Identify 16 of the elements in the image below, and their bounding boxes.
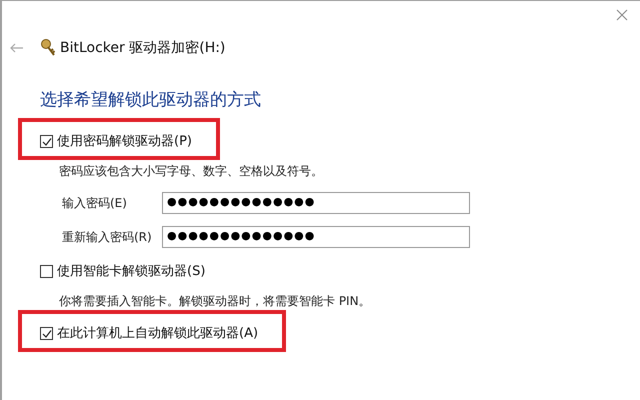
field-label: 输入密码(E)	[62, 194, 128, 212]
password-field[interactable]: ●●●●●●●●●●●●●●	[162, 192, 470, 214]
password-field[interactable]: ●●●●●●●●●●●●●●	[162, 226, 470, 248]
checkbox-label[interactable]: 在此计算机上自动解锁此驱动器(A)	[57, 324, 258, 344]
checkbox-label[interactable]: 使用智能卡解锁驱动器(S)	[57, 262, 206, 282]
checkbox-label[interactable]: 使用密码解锁驱动器(P)	[57, 132, 192, 152]
checkbox[interactable]	[40, 327, 53, 340]
checkbox[interactable]	[40, 265, 53, 278]
page-heading: 选择希望解锁此驱动器的方式	[40, 89, 262, 112]
description-text: 密码应该包含大小写字母、数字、空格以及符号。	[59, 162, 324, 180]
key-icon	[40, 39, 56, 57]
field-label: 重新输入密码(R)	[62, 228, 153, 246]
close-icon[interactable]	[616, 9, 628, 21]
window-title: BitLocker 驱动器加密(H:)	[60, 38, 226, 58]
description-text: 你将需要插入智能卡。解锁驱动器时，将需要智能卡 PIN。	[59, 292, 372, 310]
checkbox[interactable]	[40, 135, 53, 148]
